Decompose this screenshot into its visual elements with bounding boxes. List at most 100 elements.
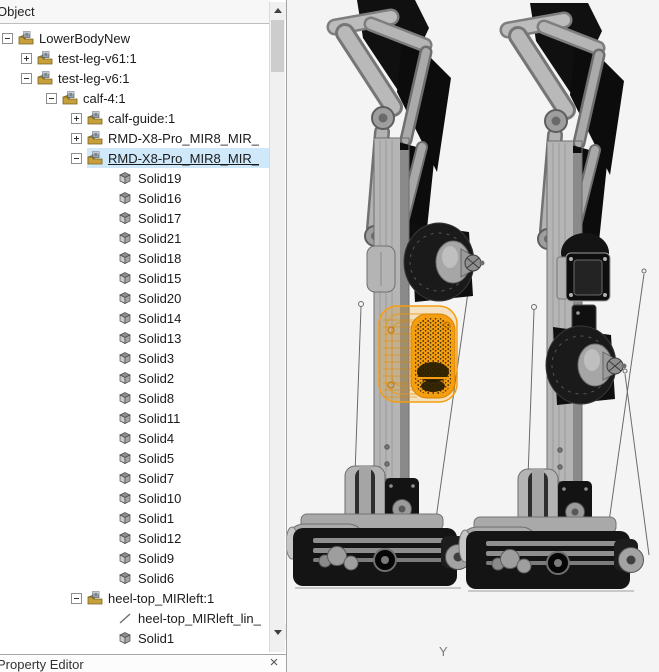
tree-item-content[interactable]: Solid9 bbox=[117, 548, 269, 568]
tree-item[interactable]: Solid6 bbox=[0, 568, 269, 588]
tree-item-content[interactable]: Solid14 bbox=[117, 308, 269, 328]
tree-item[interactable]: Solid15 bbox=[0, 268, 269, 288]
tree-indent bbox=[0, 318, 101, 319]
expander-minus-icon[interactable] bbox=[46, 93, 57, 104]
tree-item[interactable]: test-leg-v61:1 bbox=[0, 48, 269, 68]
tree-indent bbox=[0, 578, 101, 579]
tree-item[interactable]: Solid1 bbox=[0, 628, 269, 648]
tree-item[interactable]: Solid5 bbox=[0, 448, 269, 468]
tree-item-label: Solid2 bbox=[138, 371, 174, 386]
tree-item-content[interactable]: Solid20 bbox=[117, 288, 269, 308]
tree-item[interactable]: calf-4:1 bbox=[0, 88, 269, 108]
tree-item-content[interactable]: Solid5 bbox=[117, 448, 269, 468]
tree-item-label: Solid1 bbox=[138, 631, 174, 646]
tree-item[interactable]: Solid12 bbox=[0, 528, 269, 548]
tree-item-content[interactable]: test-leg-v61:1 bbox=[37, 48, 269, 68]
tree-item[interactable]: Solid11 bbox=[0, 408, 269, 428]
tree-item-content[interactable]: RMD-X8-Pro_MIR8_MIR_ bbox=[87, 148, 269, 168]
tree-item-content[interactable]: Solid11 bbox=[117, 408, 269, 428]
tree-item-content[interactable]: calf-4:1 bbox=[62, 88, 269, 108]
tree-item-label: LowerBodyNew bbox=[39, 31, 130, 46]
tree-item[interactable]: heel-top_MIRleft_lin_ bbox=[0, 608, 269, 628]
tree-item[interactable]: RMD-X8-Pro_MIR8_MIR_ bbox=[0, 148, 269, 168]
cad-window: Object LowerBodyNew test-leg-v61:1 test bbox=[0, 0, 659, 672]
tree-item-content[interactable]: heel-top_MIRleft:1 bbox=[87, 588, 269, 608]
solid-icon bbox=[117, 251, 133, 265]
tree-item-content[interactable]: Solid6 bbox=[117, 568, 269, 588]
expander-plus-icon[interactable] bbox=[21, 53, 32, 64]
tree-scrollbar[interactable] bbox=[269, 2, 285, 652]
expander-plus-icon[interactable] bbox=[71, 133, 82, 144]
tree-item-content[interactable]: Solid19 bbox=[117, 168, 269, 188]
tree-item-content[interactable]: Solid12 bbox=[117, 528, 269, 548]
tree-indent bbox=[0, 618, 101, 619]
tree-item-label: Solid11 bbox=[138, 411, 180, 426]
tree-item-content[interactable]: Solid4 bbox=[117, 428, 269, 448]
tree-item[interactable]: Solid13 bbox=[0, 328, 269, 348]
tree-item[interactable]: Solid16 bbox=[0, 188, 269, 208]
tree-item-content[interactable]: Solid10 bbox=[117, 488, 269, 508]
tree-item[interactable]: Solid19 bbox=[0, 168, 269, 188]
viewport-3d[interactable]: Y bbox=[286, 0, 659, 672]
tree-item-content[interactable]: Solid1 bbox=[117, 508, 269, 528]
highlighted-part-rmd-x8 bbox=[379, 306, 457, 402]
tree-item-content[interactable]: Solid7 bbox=[117, 468, 269, 488]
tree-item[interactable]: Solid4 bbox=[0, 428, 269, 448]
tree-item[interactable]: Solid10 bbox=[0, 488, 269, 508]
expander-minus-icon[interactable] bbox=[71, 593, 82, 604]
tree-item-content[interactable]: Solid15 bbox=[117, 268, 269, 288]
solid-icon bbox=[117, 471, 133, 485]
tree-item-content[interactable]: Solid17 bbox=[117, 208, 269, 228]
tree-item-content[interactable]: calf-guide:1 bbox=[87, 108, 269, 128]
tree-item[interactable]: test-leg-v6:1 bbox=[0, 68, 269, 88]
tree-item-content[interactable]: RMD-X8-Pro_MIR8_MIR_ bbox=[87, 128, 269, 148]
tree-item-content[interactable]: Solid16 bbox=[117, 188, 269, 208]
expander-plus-icon[interactable] bbox=[71, 113, 82, 124]
tree-item-content[interactable]: Solid2 bbox=[117, 368, 269, 388]
tree-item[interactable]: heel-top_MIRleft:1 bbox=[0, 588, 269, 608]
tree-item-content[interactable]: Solid8 bbox=[117, 388, 269, 408]
assembly-icon bbox=[37, 71, 53, 85]
tree-item[interactable]: LowerBodyNew bbox=[0, 28, 269, 48]
expander-minus-icon[interactable] bbox=[71, 153, 82, 164]
tree-item-content[interactable]: Solid1 bbox=[117, 628, 269, 648]
tree-item-label: Solid5 bbox=[138, 451, 174, 466]
tree-item-content[interactable]: Solid3 bbox=[117, 348, 269, 368]
tree-item[interactable]: Solid21 bbox=[0, 228, 269, 248]
tree-indent bbox=[0, 518, 101, 519]
solid-icon bbox=[117, 511, 133, 525]
tree-item-label: test-leg-v6:1 bbox=[58, 71, 130, 86]
tree-scroll-area[interactable]: LowerBodyNew test-leg-v61:1 test-leg-v6:… bbox=[0, 24, 269, 653]
tree-item[interactable]: calf-guide:1 bbox=[0, 108, 269, 128]
tree-item-content[interactable]: Solid13 bbox=[117, 328, 269, 348]
tree-item[interactable]: Solid17 bbox=[0, 208, 269, 228]
tree-item[interactable]: Solid1 bbox=[0, 508, 269, 528]
tree-item[interactable]: Solid7 bbox=[0, 468, 269, 488]
assembly-icon bbox=[37, 51, 53, 65]
expander-minus-icon[interactable] bbox=[21, 73, 32, 84]
tree-item-content[interactable]: Solid18 bbox=[117, 248, 269, 268]
tree-item[interactable]: Solid3 bbox=[0, 348, 269, 368]
assembly-icon bbox=[87, 591, 103, 605]
tree-item-content[interactable]: heel-top_MIRleft_lin_ bbox=[117, 608, 269, 628]
tree-item[interactable]: Solid8 bbox=[0, 388, 269, 408]
expander-minus-icon[interactable] bbox=[2, 33, 13, 44]
tree-item-label: Solid9 bbox=[138, 551, 174, 566]
tree-item[interactable]: Solid20 bbox=[0, 288, 269, 308]
tree-item-label: Solid6 bbox=[138, 571, 174, 586]
tree-item-content[interactable]: Solid21 bbox=[117, 228, 269, 248]
scroll-down-button[interactable] bbox=[270, 624, 286, 641]
scrollbar-thumb[interactable] bbox=[271, 20, 284, 72]
tree-item-content[interactable]: test-leg-v6:1 bbox=[37, 68, 269, 88]
tree-item[interactable]: RMD-X8-Pro_MIR8_MIR_ bbox=[0, 128, 269, 148]
tree-item[interactable]: Solid2 bbox=[0, 368, 269, 388]
tree-indent bbox=[0, 198, 101, 199]
close-icon[interactable]: × bbox=[266, 655, 282, 671]
tree-item-label: RMD-X8-Pro_MIR8_MIR_ bbox=[108, 131, 259, 146]
tree-item[interactable]: Solid18 bbox=[0, 248, 269, 268]
tree-item[interactable]: Solid14 bbox=[0, 308, 269, 328]
scroll-up-button[interactable] bbox=[270, 2, 286, 19]
tree-item-content[interactable]: LowerBodyNew bbox=[18, 28, 269, 48]
tree-item[interactable]: Solid9 bbox=[0, 548, 269, 568]
axis-y-label: Y bbox=[439, 644, 448, 659]
